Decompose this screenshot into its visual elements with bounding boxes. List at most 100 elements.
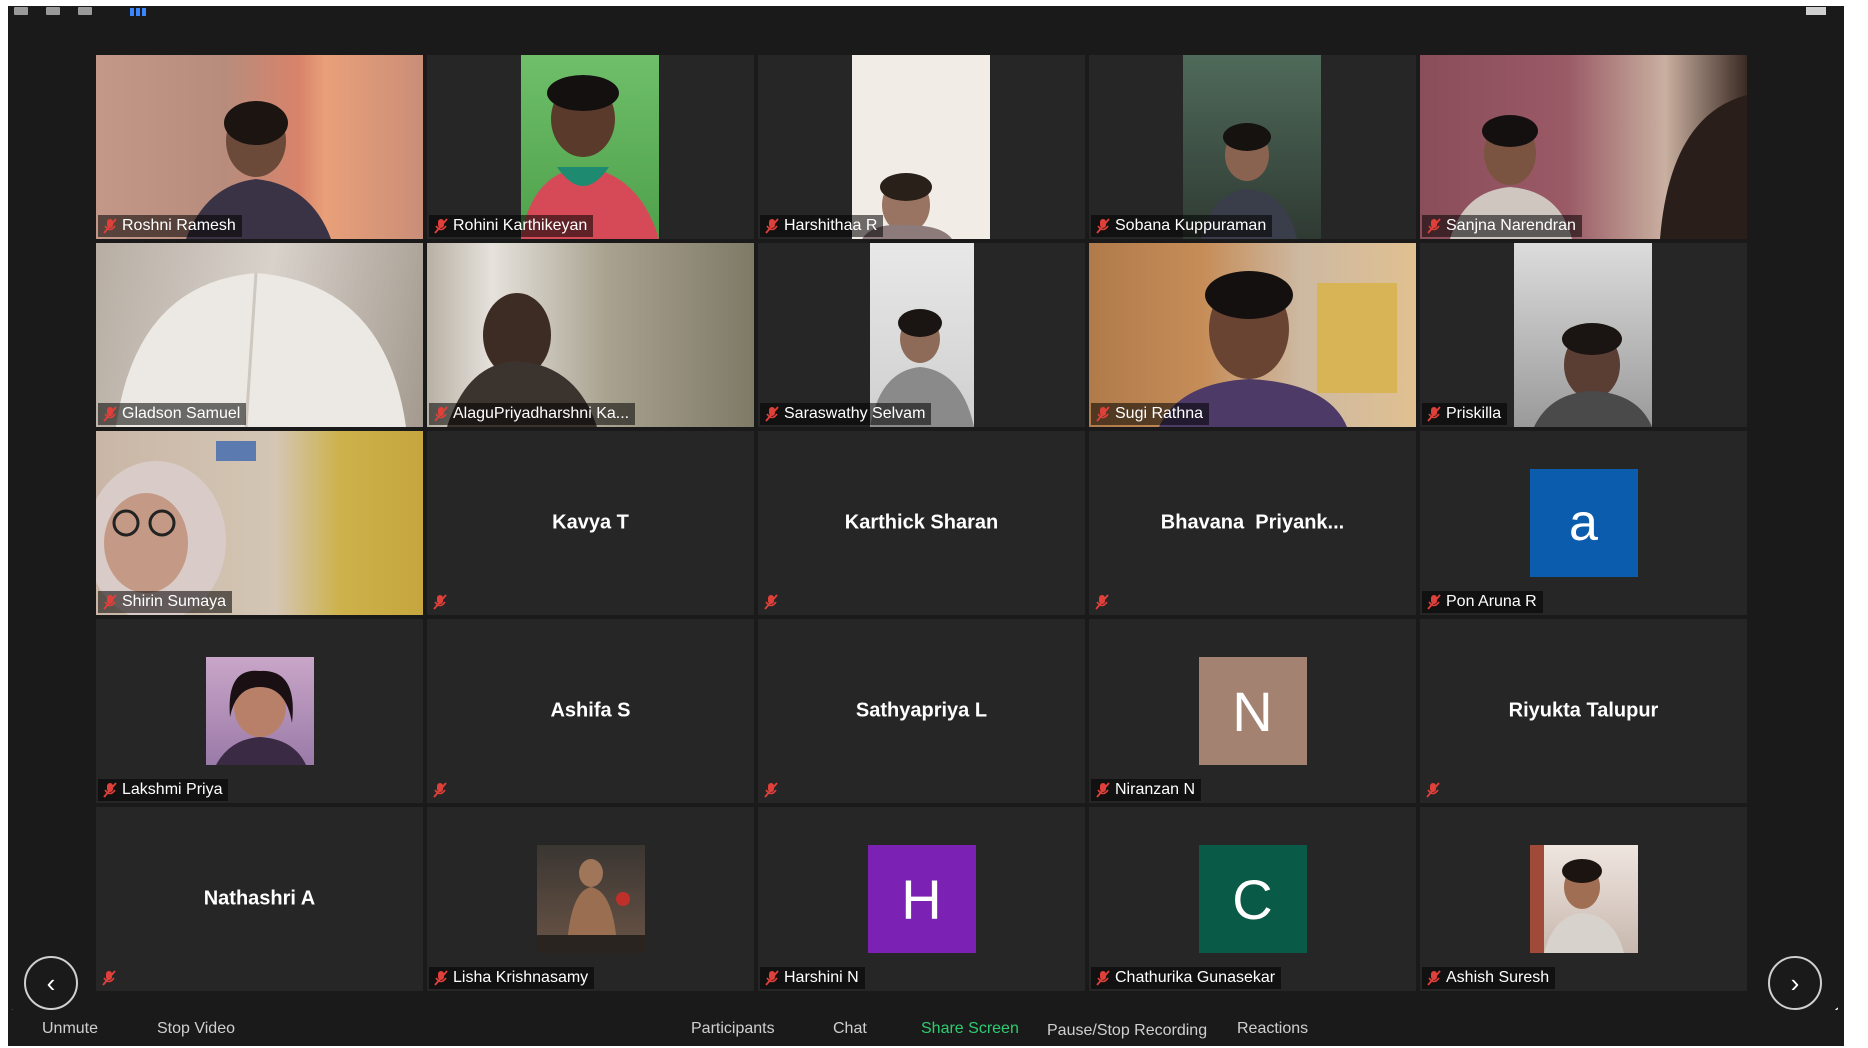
participant-tile[interactable]: Rohini Karthikeyan <box>427 55 754 239</box>
participant-name: Rohini Karthikeyan <box>453 217 588 234</box>
gallery-view-icon[interactable] <box>130 8 146 16</box>
muted-mic-icon <box>1095 594 1109 610</box>
participant-tile[interactable]: Priskilla <box>1420 243 1747 427</box>
participant-tile[interactable]: Lakshmi Priya <box>96 619 423 803</box>
title-bar <box>8 6 1844 20</box>
participant-tile[interactable]: Nathashri A <box>96 807 423 991</box>
avatar: H <box>867 845 976 953</box>
participant-tile[interactable]: Shirin Sumaya <box>96 431 423 615</box>
chevron-left-icon: ‹ <box>46 967 56 998</box>
participant-video <box>96 431 423 615</box>
name-label: Shirin Sumaya <box>98 591 233 613</box>
avatar <box>205 657 314 765</box>
participant-video <box>96 243 423 427</box>
muted-mic-icon <box>765 406 779 422</box>
participant-video <box>1420 55 1747 239</box>
participant-tile[interactable]: Sathyapriya L <box>758 619 1085 803</box>
participant-tile[interactable]: a Pon Aruna R <box>1420 431 1747 615</box>
window-control-icon[interactable] <box>14 7 28 15</box>
participant-tile[interactable]: Sugi Rathna <box>1089 243 1416 427</box>
name-label: Ashish Suresh <box>1422 967 1556 989</box>
participant-tile[interactable]: Saraswathy Selvam <box>758 243 1085 427</box>
muted-mic-icon <box>434 406 448 422</box>
participant-tile[interactable]: Bhavana Priyank... <box>1089 431 1416 615</box>
participant-tile[interactable]: Gladson Samuel <box>96 243 423 427</box>
muted-mic-icon <box>433 594 447 610</box>
fullscreen-icon[interactable] <box>1806 7 1826 15</box>
participant-tile[interactable]: C Chathurika Gunasekar <box>1089 807 1416 991</box>
participant-tile[interactable]: Sanjna Narendran <box>1420 55 1747 239</box>
muted-indicator <box>760 779 782 801</box>
prev-page-button[interactable]: ‹ <box>24 956 78 1010</box>
participant-name: Roshni Ramesh <box>122 217 236 234</box>
participant-name: Sobana Kuppuraman <box>1115 217 1267 234</box>
participant-tile[interactable]: Roshni Ramesh <box>96 55 423 239</box>
muted-mic-icon <box>764 594 778 610</box>
avatar: C <box>1198 845 1307 953</box>
participant-name-display: Riyukta Talupur <box>1508 699 1659 722</box>
name-label: Harshithaa R <box>760 215 884 237</box>
name-label: Lisha Krishnasamy <box>429 967 595 989</box>
muted-mic-icon <box>1096 970 1110 986</box>
participant-name: Sugi Rathna <box>1115 405 1204 422</box>
participant-name-display: Nathashri A <box>203 887 316 910</box>
muted-mic-icon <box>1427 218 1441 234</box>
stop-video-button[interactable]: Stop Video <box>157 1020 235 1038</box>
chevron-right-icon: › <box>1790 967 1800 998</box>
participant-tile[interactable]: H Harshini N <box>758 807 1085 991</box>
meeting-toolbar: Unmute Stop Video Participants Chat Shar… <box>8 1010 1844 1046</box>
name-label: Chathurika Gunasekar <box>1091 967 1282 989</box>
muted-mic-icon <box>434 970 448 986</box>
muted-mic-icon <box>1096 406 1110 422</box>
participant-tile[interactable]: Lisha Krishnasamy <box>427 807 754 991</box>
muted-indicator <box>429 779 451 801</box>
participant-name: Harshithaa R <box>784 217 878 234</box>
muted-indicator <box>760 591 782 613</box>
participant-tile[interactable]: Ashifa S <box>427 619 754 803</box>
name-label: Sanjna Narendran <box>1422 215 1582 237</box>
participant-name-display: Bhavana Priyank... <box>1160 511 1345 534</box>
participant-name: Lakshmi Priya <box>122 781 223 798</box>
reactions-button[interactable]: Reactions <box>1237 1020 1308 1038</box>
muted-mic-icon <box>1427 406 1441 422</box>
participant-tile[interactable]: Karthick Sharan <box>758 431 1085 615</box>
name-label: Pon Aruna R <box>1422 591 1543 613</box>
name-label: Rohini Karthikeyan <box>429 215 594 237</box>
participant-tile[interactable]: Kavya T <box>427 431 754 615</box>
muted-mic-icon <box>433 782 447 798</box>
participant-tile[interactable]: Sobana Kuppuraman <box>1089 55 1416 239</box>
name-label: Sobana Kuppuraman <box>1091 215 1273 237</box>
participant-tile[interactable]: AlaguPriyadharshni Ka... <box>427 243 754 427</box>
window-control-icon[interactable] <box>46 7 60 15</box>
participant-tile[interactable]: N Niranzan N <box>1089 619 1416 803</box>
name-label: Lakshmi Priya <box>98 779 229 801</box>
recording-button[interactable]: Pause/Stop Recording <box>1047 1022 1207 1040</box>
muted-mic-icon <box>103 782 117 798</box>
participant-tile[interactable]: Riyukta Talupur <box>1420 619 1747 803</box>
participant-tile[interactable]: Harshithaa R <box>758 55 1085 239</box>
muted-indicator <box>1422 779 1444 801</box>
next-page-button[interactable]: › <box>1768 956 1822 1010</box>
muted-mic-icon <box>1096 218 1110 234</box>
avatar: a <box>1529 469 1638 577</box>
window-control-icon[interactable] <box>78 7 92 15</box>
participant-video <box>1089 243 1416 427</box>
participant-name: Gladson Samuel <box>122 405 241 422</box>
participant-tile[interactable]: Ashish Suresh <box>1420 807 1747 991</box>
participant-name: Pon Aruna R <box>1446 593 1537 610</box>
chat-button[interactable]: Chat <box>833 1020 867 1038</box>
participant-name: Shirin Sumaya <box>122 593 227 610</box>
unmute-button[interactable]: Unmute <box>42 1020 98 1038</box>
muted-indicator <box>1091 591 1113 613</box>
participant-name: Saraswathy Selvam <box>784 405 926 422</box>
participant-video <box>852 55 990 239</box>
muted-mic-icon <box>765 218 779 234</box>
participant-name: Harshini N <box>784 969 859 986</box>
participant-name: AlaguPriyadharshni Ka... <box>453 405 630 422</box>
muted-indicator <box>429 591 451 613</box>
share-screen-button[interactable]: Share Screen <box>921 1020 1019 1038</box>
participants-button[interactable]: Participants <box>691 1020 775 1038</box>
name-label: Roshni Ramesh <box>98 215 242 237</box>
participant-video <box>1183 55 1321 239</box>
participant-name-display: Kavya T <box>552 511 629 534</box>
